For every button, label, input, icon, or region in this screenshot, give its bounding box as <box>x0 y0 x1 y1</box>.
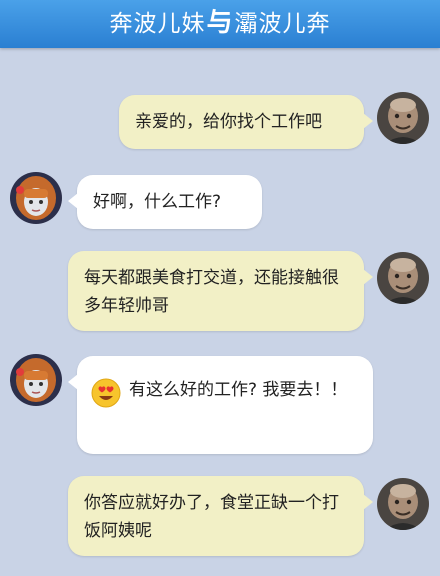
message-text: 亲爱的，给你找个工作吧 <box>135 112 322 132</box>
message-bubble-3[interactable]: 每天都跟美食打交道，还能接触很多年轻帅哥 <box>68 251 373 331</box>
message-bubble-1[interactable]: 亲爱的，给你找个工作吧 <box>119 95 373 149</box>
bubble-tail <box>68 193 78 209</box>
message-bubble-2[interactable]: 好啊，什么工作? <box>68 175 262 229</box>
female-avatar-icon <box>10 172 62 224</box>
male-avatar-icon <box>377 92 429 144</box>
bubble-tail <box>363 269 373 285</box>
avatar-male[interactable] <box>377 252 429 304</box>
heart-eyes-emoji-icon <box>91 378 121 408</box>
avatar-female[interactable] <box>10 354 62 406</box>
avatar-male[interactable] <box>377 92 429 144</box>
message-text: 每天都跟美食打交道，还能接触很多年轻帅哥 <box>84 268 339 316</box>
avatar-male[interactable] <box>377 478 429 530</box>
title-separator: 与 <box>206 8 234 38</box>
message-bubble-5[interactable]: 你答应就好办了，食堂正缺一个打饭阿姨呢 <box>68 476 373 556</box>
bubble-tail <box>363 494 373 510</box>
bubble-tail <box>363 113 373 129</box>
title-right: 灞波儿奔 <box>234 11 331 37</box>
male-avatar-icon <box>377 478 429 530</box>
chat-header: 奔波儿妹与灞波儿奔 <box>0 0 440 48</box>
avatar-female[interactable] <box>10 172 62 224</box>
message-bubble-4[interactable]: 有这么好的工作? 我要去！！ <box>68 356 373 454</box>
message-text: 好啊，什么工作? <box>93 192 222 212</box>
message-text: 你答应就好办了，食堂正缺一个打饭阿姨呢 <box>84 493 339 541</box>
female-avatar-icon <box>10 354 62 406</box>
bubble-tail <box>68 374 78 390</box>
title-left: 奔波儿妹 <box>109 11 206 37</box>
male-avatar-icon <box>377 252 429 304</box>
